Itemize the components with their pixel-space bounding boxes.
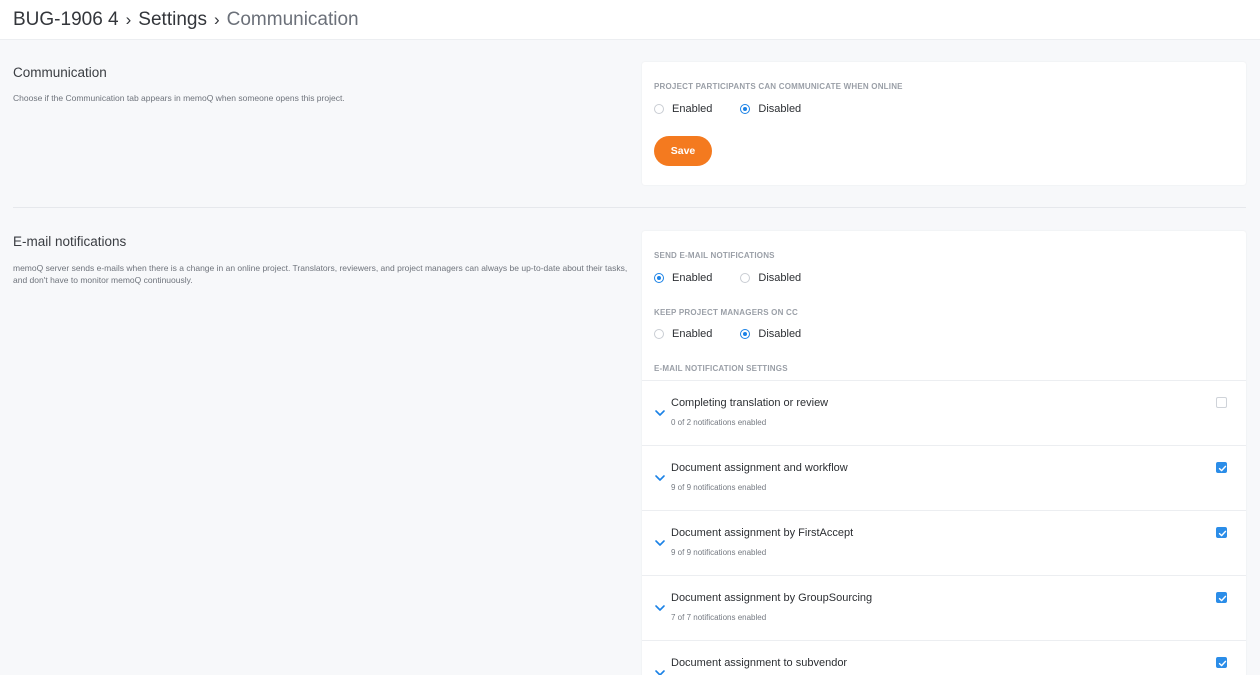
checkmark-icon [1218,595,1227,602]
checkmark-icon [1218,465,1227,472]
email-settings-card: SEND E-MAIL NOTIFICATIONS Enabled Disabl… [642,231,1246,675]
notification-list: Completing translation or review 0 of 2 … [642,380,1246,675]
notification-row: Document assignment by GroupSourcing 7 o… [642,575,1246,640]
notification-checkbox[interactable] [1216,397,1227,408]
section-divider [13,207,1246,208]
radio-label: Disabled [758,103,802,115]
cc-disabled-radio[interactable]: Disabled [740,328,801,340]
radio-label: Enabled [672,328,713,340]
notification-title: Document assignment by FirstAccept [671,527,854,539]
notification-row: Document assignment by FirstAccept 9 of … [642,510,1246,575]
notification-title: Document assignment and workflow [671,462,848,474]
notification-count: 0 of 2 notifications enabled [671,418,767,427]
email-section-title: E-mail notifications [13,234,127,249]
communication-section-description: Choose if the Communication tab appears … [13,93,345,103]
radio-selected-icon [654,273,664,283]
communicate-online-label: PROJECT PARTICIPANTS CAN COMMUNICATE WHE… [654,82,903,91]
checkmark-icon [1218,530,1227,537]
radio-unselected-icon [654,329,664,339]
send-email-radio-group: Enabled Disabled [654,272,829,284]
send-disabled-radio[interactable]: Disabled [740,272,801,284]
radio-label: Disabled [758,328,802,340]
cc-enabled-radio[interactable]: Enabled [654,328,712,340]
notification-checkbox[interactable] [1216,462,1227,473]
radio-label: Enabled [672,103,713,115]
notification-checkbox[interactable] [1216,592,1227,603]
chevron-down-icon[interactable] [654,667,666,675]
breadcrumb-current: Communication [226,8,359,30]
notification-count: 7 of 7 notifications enabled [671,613,767,622]
notification-row: Document assignment to subvendor [642,640,1246,675]
radio-selected-icon [740,104,751,114]
communicate-disabled-radio[interactable]: Disabled [740,103,801,115]
send-email-label: SEND E-MAIL NOTIFICATIONS [654,251,775,260]
communication-settings-card: PROJECT PARTICIPANTS CAN COMMUNICATE WHE… [642,62,1246,185]
radio-unselected-icon [654,104,664,114]
chevron-down-icon[interactable] [654,407,666,419]
breadcrumb: BUG-1906 4 › Settings › Communication [0,0,1260,40]
chevron-down-icon[interactable] [654,602,666,614]
breadcrumb-project[interactable]: BUG-1906 4 [13,9,119,31]
notification-row: Completing translation or review 0 of 2 … [642,380,1246,445]
notification-title: Completing translation or review [671,397,829,409]
communication-section-title: Communication [13,65,107,80]
notification-title: Document assignment to subvendor [671,657,848,669]
notification-settings-label: E-MAIL NOTIFICATION SETTINGS [654,364,788,373]
radio-label: Disabled [758,272,802,284]
email-section-description: memoQ server sends e-mails when there is… [13,263,628,285]
send-enabled-radio[interactable]: Enabled [654,272,712,284]
breadcrumb-separator: › [125,9,132,29]
radio-selected-icon [740,329,751,339]
notification-row: Document assignment and workflow 9 of 9 … [642,445,1246,510]
checkmark-icon [1218,660,1227,667]
communicate-enabled-radio[interactable]: Enabled [654,103,712,115]
notification-title: Document assignment by GroupSourcing [671,592,873,604]
notification-checkbox[interactable] [1216,527,1227,538]
keep-pm-cc-radio-group: Enabled Disabled [654,328,829,340]
notification-count: 9 of 9 notifications enabled [671,483,767,492]
radio-unselected-icon [740,273,751,283]
notification-count: 9 of 9 notifications enabled [671,548,767,557]
breadcrumb-settings[interactable]: Settings [138,9,207,31]
notification-checkbox[interactable] [1216,657,1227,668]
chevron-down-icon[interactable] [654,472,666,484]
save-button[interactable]: Save [654,136,712,166]
keep-pm-cc-label: KEEP PROJECT MANAGERS ON CC [654,308,798,317]
chevron-down-icon[interactable] [654,537,666,549]
breadcrumb-separator: › [213,9,220,29]
communicate-online-radio-group: Enabled Disabled [654,103,829,115]
radio-label: Enabled [672,272,713,284]
